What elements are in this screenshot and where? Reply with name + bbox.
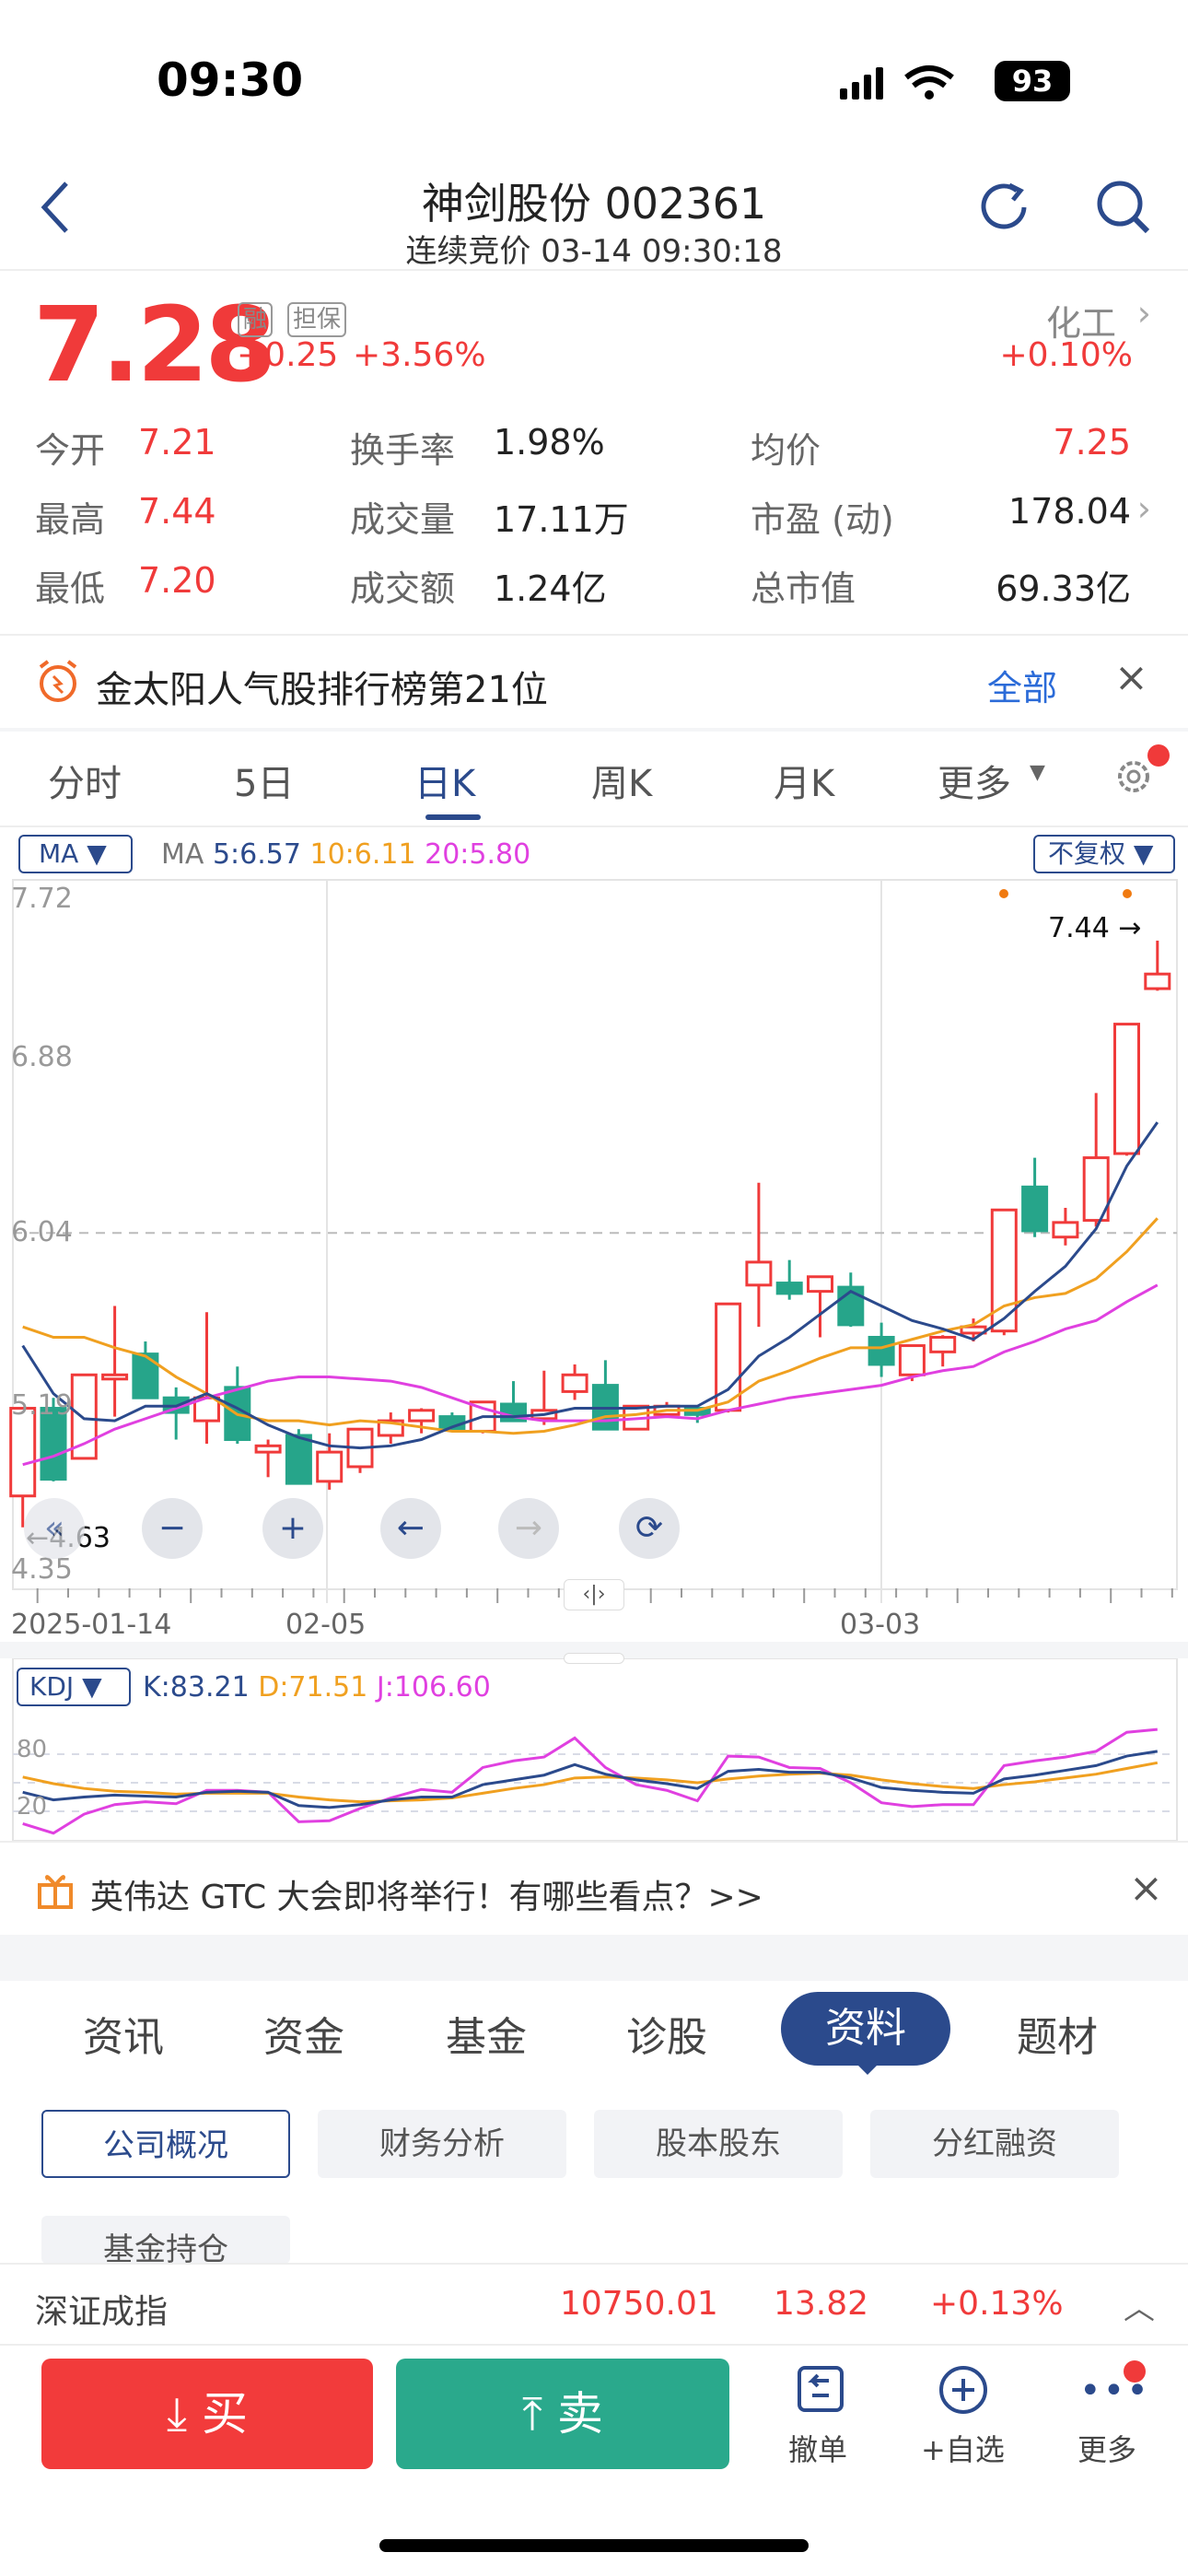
close-icon[interactable]: ×: [1129, 1865, 1163, 1912]
cancel-order-icon: [798, 2366, 844, 2412]
x-axis-label: 2025-01-14: [11, 1609, 172, 1641]
rotate-screen-button[interactable]: ⟳: [619, 1498, 680, 1559]
kdj-values: K:83.21 D:71.51 J:106.60: [143, 1671, 491, 1704]
minus-icon: −: [157, 1509, 187, 1547]
sell-button[interactable]: ⤒ 卖: [396, 2359, 729, 2469]
gift-icon: [38, 1875, 73, 1909]
x-axis-label: 02-05: [285, 1609, 367, 1641]
subtab-company-overview[interactable]: 公司概况: [41, 2110, 290, 2178]
tab-diagnosis[interactable]: 诊股: [626, 2004, 707, 2063]
indicator-label: KDJ: [29, 1671, 75, 1702]
index-change-pct: +0.13%: [930, 2285, 1064, 2323]
tab-pointer: [856, 2064, 879, 2075]
index-name: 深证成指: [35, 2293, 169, 2331]
notification-dot: [1124, 2360, 1146, 2383]
buy-label: 买: [202, 2387, 248, 2441]
candle-body: [898, 1344, 926, 1376]
panel-resize-handle[interactable]: [564, 1653, 624, 1664]
scroll-right-button[interactable]: →: [498, 1498, 559, 1559]
candle-body: [807, 1275, 833, 1294]
subtab-shareholders[interactable]: 股本股东: [594, 2110, 843, 2178]
ma5-line: [21, 1121, 1159, 1450]
candle-body: [254, 1444, 282, 1454]
y-tick-label: 7.72: [11, 883, 73, 915]
y-tick-label: 6.88: [11, 1041, 73, 1073]
subtab-financial-analysis[interactable]: 财务分析: [318, 2110, 566, 2178]
max-price-label: 7.44 →: [1048, 912, 1142, 944]
index-change: 13.82: [774, 2285, 869, 2323]
home-indicator: [379, 2539, 809, 2552]
tab-profile[interactable]: 资料: [781, 1992, 950, 2066]
candle-body: [1052, 1221, 1079, 1239]
cancel-order-button[interactable]: 撤单: [788, 2427, 847, 2469]
zoom-in-button[interactable]: +: [262, 1498, 323, 1559]
subtab-dividends[interactable]: 分红融资: [870, 2110, 1119, 2178]
double-chevron-left-icon: «: [43, 1509, 65, 1547]
y-tick-label: 5.19: [11, 1389, 73, 1422]
tab-fund[interactable]: 基金: [446, 2004, 527, 2063]
news-banner-text[interactable]: 英伟达 GTC 大会即将举行！有哪些看点？>>: [90, 1870, 763, 1918]
candle-body: [561, 1373, 588, 1393]
candle-body: [1113, 1023, 1140, 1155]
tab-news[interactable]: 资讯: [83, 2004, 164, 2063]
buy-button[interactable]: ⤓ 买: [41, 2359, 373, 2469]
chevron-up-icon[interactable]: ︿: [1124, 2283, 1155, 2328]
arrow-right-icon: →: [514, 1509, 543, 1547]
ma10-line: [22, 1217, 1159, 1435]
candle-body: [1144, 972, 1171, 990]
add-watchlist-icon: [939, 2366, 987, 2414]
candle-body: [929, 1335, 957, 1353]
sell-icon: ⤒: [522, 2387, 557, 2441]
rewind-button[interactable]: «: [24, 1498, 85, 1559]
buy-icon: ⤓: [167, 2387, 202, 2441]
rotate-icon: ⟳: [635, 1509, 664, 1547]
arrow-left-icon: ←: [396, 1509, 425, 1547]
tab-topics[interactable]: 题材: [1017, 2004, 1098, 2063]
subtab-fund-holdings[interactable]: 基金持仓: [41, 2216, 290, 2264]
kdj-j: J:106.60: [376, 1671, 491, 1704]
event-marker: [1123, 889, 1132, 898]
indicator-selector[interactable]: KDJ ▼: [17, 1668, 131, 1706]
scroll-left-button[interactable]: ←: [380, 1498, 441, 1559]
candle-body: [316, 1450, 344, 1483]
more-button[interactable]: 更多: [1077, 2427, 1136, 2469]
candle-body: [775, 1282, 803, 1295]
kdj-j-line: [22, 1727, 1158, 1835]
candle-body: [1021, 1185, 1049, 1233]
tab-funds-flow[interactable]: 资金: [263, 2004, 344, 2063]
kdj-k-line: [22, 1750, 1159, 1809]
candle-body: [745, 1260, 773, 1287]
kdj-d: D:71.51: [258, 1671, 368, 1704]
event-marker: [999, 889, 1008, 898]
kdj-k: K:83.21: [143, 1671, 250, 1704]
sell-label: 卖: [557, 2387, 603, 2441]
kline-chart[interactable]: [0, 0, 1188, 1843]
index-value: 10750.01: [560, 2285, 718, 2323]
zoom-out-button[interactable]: −: [142, 1498, 203, 1559]
plus-icon: +: [278, 1509, 308, 1547]
y-tick-label: 6.04: [11, 1216, 73, 1248]
x-axis-label: 03-03: [840, 1609, 921, 1641]
candle-body: [868, 1335, 895, 1366]
ma20-line: [22, 1283, 1159, 1467]
candle-body: [101, 1373, 129, 1381]
candle-body: [408, 1409, 436, 1423]
add-watchlist-button[interactable]: +自选: [921, 2427, 1005, 2469]
kdj-tick: 80: [17, 1736, 48, 1763]
max-price-value: 7.44: [1048, 912, 1110, 944]
kdj-tick: 20: [17, 1793, 48, 1821]
candle-body: [285, 1434, 312, 1485]
chart-drag-handle[interactable]: ‹|›: [564, 1579, 624, 1610]
y-tick-label: 4.35: [11, 1553, 73, 1586]
